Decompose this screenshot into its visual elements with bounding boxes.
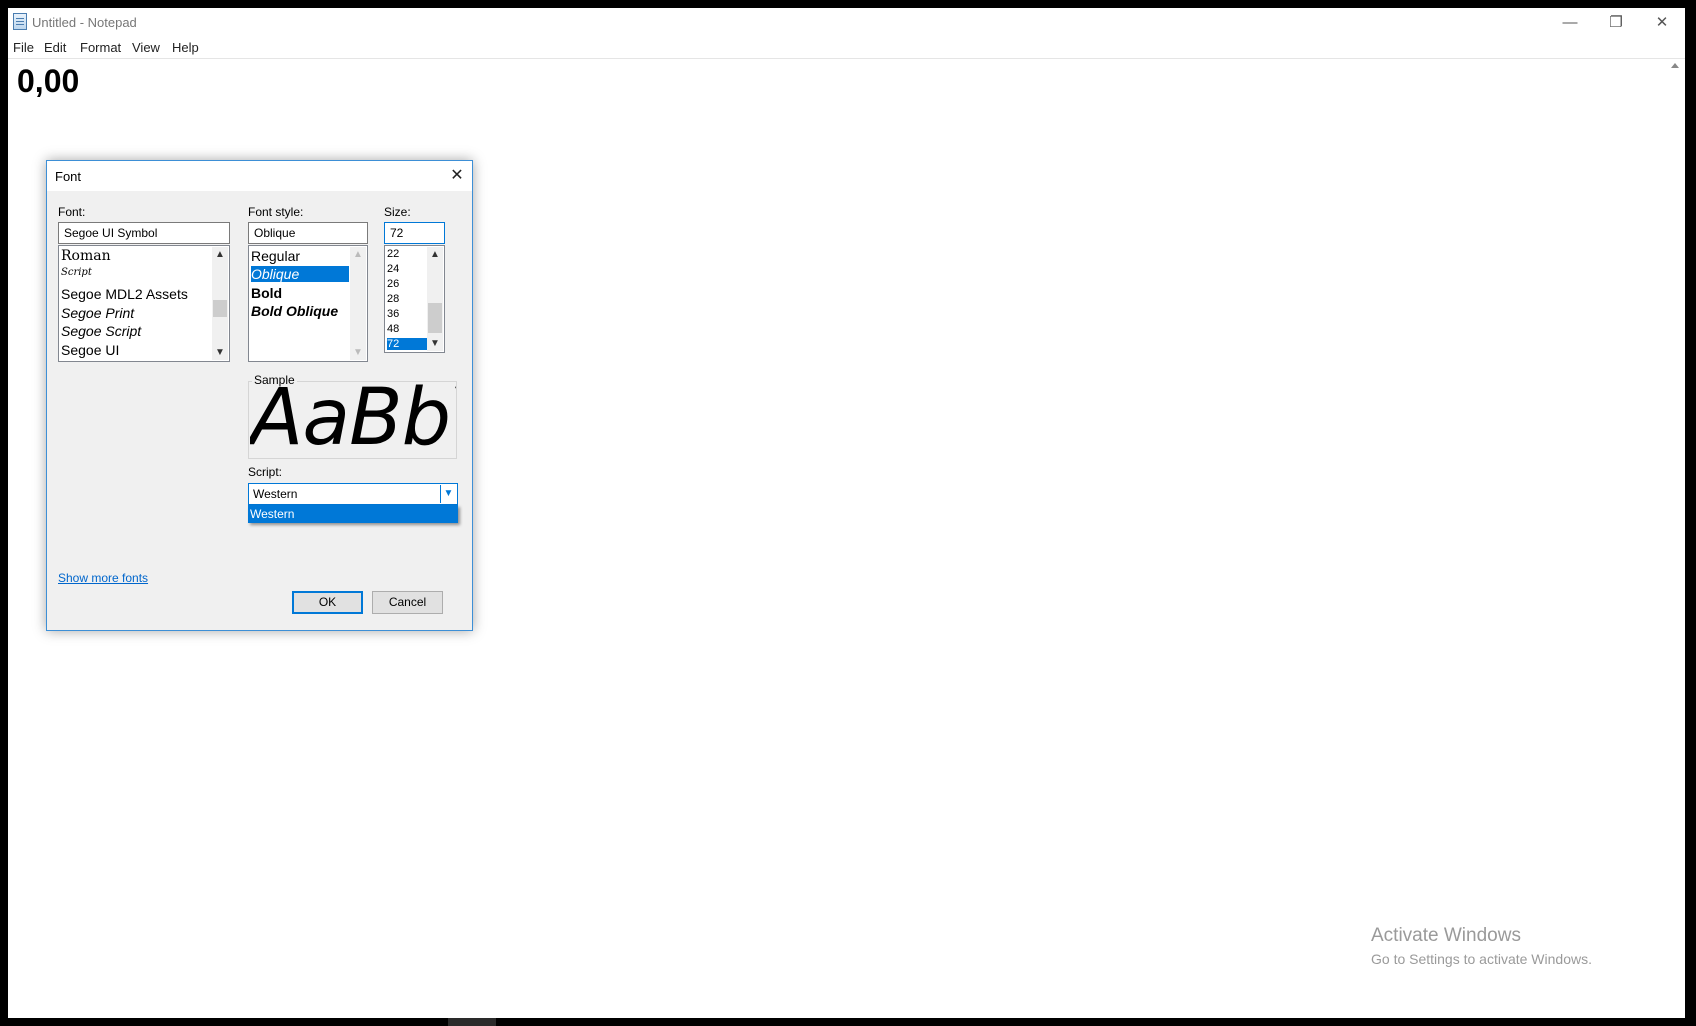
font-style-label: Font style: (248, 205, 304, 219)
font-item-segoe-print[interactable]: Segoe Print (61, 305, 134, 321)
size-item[interactable]: 26 (387, 278, 399, 290)
size-list-scrollbar[interactable]: ▲ ▼ (427, 247, 443, 351)
window-title: Untitled - Notepad (32, 15, 137, 30)
title-bar: Untitled - Notepad — ❐ ✕ (8, 8, 1685, 38)
script-label: Script: (248, 465, 283, 479)
script-option-western[interactable]: Western (248, 505, 458, 523)
size-label: Size: (384, 205, 411, 219)
taskbar (0, 1018, 1696, 1026)
font-style-listbox[interactable]: Regular Oblique Bold Bold Oblique ▲ ▼ (248, 245, 368, 362)
notepad-window: Untitled - Notepad — ❐ ✕ File Edit Forma… (8, 8, 1685, 1018)
dialog-title: Font (55, 169, 82, 184)
style-item-oblique[interactable]: Oblique (251, 266, 349, 282)
font-item-segoe-mdl2[interactable]: Segoe MDL2 Assets (61, 286, 188, 302)
chevron-up-icon[interactable]: ▲ (212, 249, 228, 260)
style-item-bold[interactable]: Bold (251, 285, 282, 301)
font-item-segoe-script[interactable]: Segoe Script (61, 323, 141, 339)
size-item[interactable]: 24 (387, 263, 399, 275)
font-item-script[interactable]: Script (61, 267, 92, 278)
size-item[interactable]: 36 (387, 308, 399, 320)
scrollbar-thumb[interactable] (213, 300, 227, 317)
chevron-up-icon[interactable]: ▲ (427, 249, 443, 260)
size-item[interactable]: 22 (387, 248, 399, 260)
style-list-scrollbar[interactable]: ▲ ▼ (350, 247, 366, 360)
font-name-input[interactable]: Segoe UI Symbol (58, 222, 230, 244)
style-item-bold-oblique[interactable]: Bold Oblique (251, 303, 338, 319)
font-item-segoe-ui[interactable]: Segoe UI (61, 342, 119, 358)
activate-windows-title: Activate Windows (1371, 925, 1521, 946)
notepad-icon (13, 13, 27, 30)
chevron-down-icon[interactable]: ▼ (440, 485, 456, 503)
size-item[interactable]: 28 (387, 293, 399, 305)
size-item[interactable]: 48 (387, 323, 399, 335)
script-select[interactable]: Western ▼ (248, 483, 458, 505)
size-listbox[interactable]: 22 24 26 28 36 48 72 ▲ ▼ (384, 245, 445, 353)
ok-button[interactable]: OK (292, 591, 363, 614)
chevron-down-icon[interactable]: ▼ (350, 347, 366, 358)
scroll-up-arrow-icon[interactable] (1671, 63, 1679, 68)
font-item-roman[interactable]: Roman (61, 248, 111, 264)
close-button[interactable]: ✕ (1639, 8, 1685, 38)
chevron-down-icon[interactable]: ▼ (212, 347, 228, 358)
sample-preview: AaBbYyZz (250, 383, 456, 458)
cancel-button[interactable]: Cancel (372, 591, 443, 614)
menu-file[interactable]: File (13, 40, 34, 55)
size-item-selected[interactable]: 72 (387, 338, 427, 350)
activate-windows-subtitle: Go to Settings to activate Windows. (1371, 951, 1592, 967)
script-select-value: Western (253, 487, 298, 501)
menu-view[interactable]: View (132, 40, 160, 55)
menu-bar: File Edit Format View Help (8, 38, 1685, 58)
minimize-button[interactable]: — (1547, 8, 1593, 38)
editor-scrollbar[interactable] (1666, 59, 1685, 1018)
font-listbox[interactable]: Roman Script Segoe MDL2 Assets Segoe Pri… (58, 245, 230, 362)
dialog-title-bar: Font ✕ (47, 161, 472, 191)
font-dialog: Font ✕ Font: Segoe UI Symbol Roman Scrip… (46, 160, 473, 631)
chevron-up-icon[interactable]: ▲ (350, 249, 366, 260)
editor-content: 0,00 (17, 63, 80, 99)
font-list-scrollbar[interactable]: ▲ ▼ (212, 247, 228, 360)
menu-format[interactable]: Format (80, 40, 121, 55)
show-more-fonts-link[interactable]: Show more fonts (58, 571, 148, 585)
font-label: Font: (58, 205, 86, 219)
taskbar-item[interactable] (448, 1018, 496, 1026)
font-style-input[interactable]: Oblique (248, 222, 368, 244)
chevron-down-icon[interactable]: ▼ (427, 338, 443, 349)
menu-help[interactable]: Help (172, 40, 199, 55)
dialog-close-button[interactable]: ✕ (446, 165, 468, 187)
restore-button[interactable]: ❐ (1593, 8, 1639, 38)
scrollbar-thumb[interactable] (428, 303, 442, 333)
size-input[interactable]: 72 (384, 222, 445, 244)
menu-edit[interactable]: Edit (44, 40, 66, 55)
style-item-regular[interactable]: Regular (251, 248, 300, 264)
